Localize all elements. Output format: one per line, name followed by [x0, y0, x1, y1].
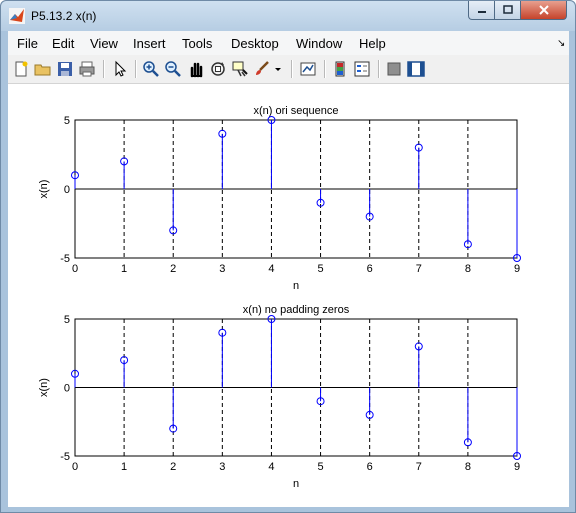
menu-desktop[interactable]: Desktop [231, 36, 279, 51]
chart2-x-tick-label: 8 [465, 461, 471, 473]
chart2-x-tick-label: 7 [416, 461, 422, 473]
open-file-icon[interactable] [34, 60, 52, 78]
chart2-x-axis-label: n [293, 478, 299, 490]
maximize-icon [502, 5, 513, 14]
menu-window[interactable]: Window [296, 36, 342, 51]
chart2-y-tick-label: -5 [60, 451, 70, 463]
menu-tools[interactable]: Tools [182, 36, 212, 51]
chart1-x-tick-label: 0 [72, 263, 78, 275]
colorbar-icon[interactable] [331, 60, 349, 78]
menu-insert[interactable]: Insert [133, 36, 166, 51]
menu-help[interactable]: Help [359, 36, 386, 51]
chart1-title: x(n) ori sequence [254, 105, 339, 117]
chart1-x-tick-label: 5 [317, 263, 323, 275]
close-icon [538, 5, 549, 15]
window-title: P5.13.2 x(n) [31, 9, 97, 23]
chart1-y-tick-label: -5 [60, 253, 70, 265]
hide-plot-tools-icon[interactable] [385, 60, 403, 78]
dropdown-arrow-icon[interactable] [273, 60, 283, 78]
chart2-x-tick-label: 2 [170, 461, 176, 473]
chart2-x-tick-label: 1 [121, 461, 127, 473]
figure-toolbar [8, 55, 569, 84]
figure-canvas: 0 1 2 3 4 5 6 7 8 9 -5 0 5 x(n) ori sequence n x(n) 0 1 2 3… [8, 84, 569, 507]
data-cursor-icon[interactable] [231, 60, 249, 78]
chart1-x-tick-label: 7 [416, 263, 422, 275]
chart1-x-tick-label: 4 [268, 263, 274, 275]
show-plot-tools-icon[interactable] [407, 60, 425, 78]
close-button[interactable] [520, 1, 567, 20]
toolbar-separator [135, 60, 137, 78]
chart2-x-tick-label: 3 [219, 461, 225, 473]
chart2-x-tick-label: 6 [367, 461, 373, 473]
chart2-x-tick-label: 9 [514, 461, 520, 473]
menu-edit[interactable]: Edit [52, 36, 74, 51]
chart1-x-axis-label: n [293, 280, 299, 292]
chart1-x-tick-label: 1 [121, 263, 127, 275]
print-icon[interactable] [78, 60, 96, 78]
chart2-x-tick-label: 0 [72, 461, 78, 473]
menu-file[interactable]: File [17, 36, 38, 51]
chart1-x-tick-label: 8 [465, 263, 471, 275]
brush-icon[interactable] [253, 60, 271, 78]
chart2-title: x(n) no padding zeros [243, 304, 350, 316]
minimize-button[interactable] [468, 1, 495, 20]
matlab-logo-icon [9, 8, 25, 24]
plots-area: 0 1 2 3 4 5 6 7 8 9-505x(n) ori sequencenx(n)0 1 2 3… [38, 105, 521, 490]
toolbar-separator [378, 60, 380, 78]
save-icon[interactable] [56, 60, 74, 78]
chart1-x-tick-label: 3 [219, 263, 225, 275]
toolbar-separator [324, 60, 326, 78]
zoom-in-icon[interactable] [142, 60, 160, 78]
chart1-y-tick-label: 5 [64, 115, 70, 127]
new-figure-icon[interactable] [12, 60, 30, 78]
zoom-out-icon[interactable] [164, 60, 182, 78]
title-bar[interactable]: P5.13.2 x(n) [1, 1, 575, 31]
legend-icon[interactable] [353, 60, 371, 78]
chart1-x-tick-label: 9 [514, 263, 520, 275]
minimize-icon [477, 11, 486, 13]
link-plot-icon[interactable] [299, 60, 317, 78]
chart1-y-axis-label: x(n) [38, 180, 50, 199]
chart1-y-tick-label: 0 [64, 184, 70, 196]
chart2-y-axis-label: x(n) [38, 378, 50, 397]
chart2-y-tick-label: 5 [64, 314, 70, 326]
menu-bar: File Edit View Insert Tools Desktop Wind… [8, 31, 569, 55]
toolbar-separator [291, 60, 293, 78]
pan-icon[interactable] [187, 60, 205, 78]
chart2-y-tick-label: 0 [64, 383, 70, 395]
pointer-icon[interactable] [111, 60, 129, 78]
client-area: File Edit View Insert Tools Desktop Wind… [8, 31, 569, 507]
chart2-x-tick-label: 4 [268, 461, 274, 473]
chart1-x-tick-label: 6 [367, 263, 373, 275]
figure-window: P5.13.2 x(n) File Edit View Insert Tools… [0, 0, 576, 513]
menu-view[interactable]: View [90, 36, 118, 51]
chart2-x-tick-label: 5 [317, 461, 323, 473]
maximize-button[interactable] [494, 1, 521, 20]
rotate-3d-icon[interactable] [209, 60, 227, 78]
chart1-x-tick-label: 2 [170, 263, 176, 275]
toolbar-separator [103, 60, 105, 78]
dock-figure-icon[interactable]: ↘ [557, 38, 565, 49]
